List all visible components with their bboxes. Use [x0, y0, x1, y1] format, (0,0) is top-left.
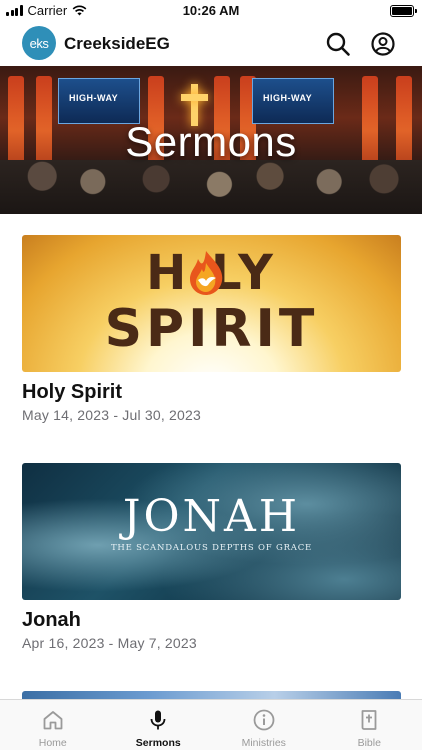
microphone-icon	[150, 710, 166, 730]
sermon-title[interactable]: Holy Spirit	[22, 381, 401, 404]
tab-bible[interactable]: Bible	[317, 700, 422, 750]
status-bar: Carrier 10:26 AM	[0, 0, 422, 22]
battery-icon	[390, 5, 417, 17]
sermon-dates: Apr 16, 2023 - May 7, 2023	[22, 635, 197, 651]
sermon-artwork[interactable]: H LY SPIRIT	[22, 235, 401, 372]
artwork-title: JONAH	[122, 491, 301, 542]
flame-dove-icon	[190, 251, 223, 295]
search-icon[interactable]	[325, 31, 351, 57]
tab-bar: Home Sermons Ministries Bible	[0, 699, 422, 750]
home-icon	[43, 711, 63, 730]
tab-home[interactable]: Home	[0, 700, 106, 750]
sermon-dates: May 14, 2023 - Jul 30, 2023	[22, 407, 201, 423]
artwork-subtitle: THE SCANDALOUS DEPTHS OF GRACE	[110, 543, 313, 553]
tab-label: Home	[38, 737, 67, 749]
info-icon	[253, 709, 275, 731]
app-logo[interactable]: eks	[22, 26, 56, 60]
sermon-artwork[interactable]: JONAH THE SCANDALOUS DEPTHS OF GRACE	[22, 463, 401, 600]
sermons-hero-banner: HIGH-WAY HIGH-WAY Sermons	[0, 66, 422, 214]
sermon-title[interactable]: Jonah	[22, 609, 401, 632]
congregation	[0, 160, 422, 214]
artwork-title-line2: SPIRIT	[104, 299, 319, 359]
tab-label: Ministries	[241, 737, 286, 749]
tab-ministries[interactable]: Ministries	[211, 700, 317, 750]
app-name: CreeksideEG	[64, 34, 170, 53]
app-header: eks CreeksideEG	[0, 22, 422, 66]
hero-title: Sermons	[125, 118, 297, 165]
tab-label: Sermons	[135, 737, 181, 749]
tab-label: Bible	[357, 737, 381, 749]
sermon-card-holy-spirit[interactable]: H LY SPIRIT Holy Spirit May 14, 2023 - J…	[22, 235, 401, 423]
bible-icon	[361, 710, 377, 730]
account-icon[interactable]	[370, 31, 396, 57]
status-time: 10:26 AM	[182, 3, 240, 18]
sermon-card-jonah[interactable]: JONAH THE SCANDALOUS DEPTHS OF GRACE Jon…	[22, 463, 401, 651]
tab-sermons[interactable]: Sermons	[106, 700, 212, 750]
